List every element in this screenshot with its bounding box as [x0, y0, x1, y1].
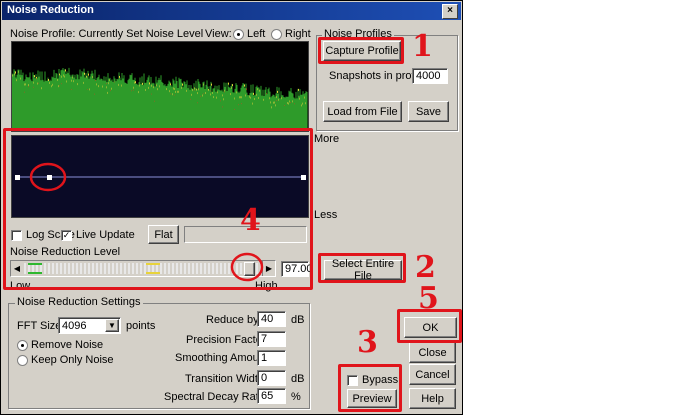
annotation-box-capture — [318, 37, 404, 64]
spectrum-peak — [15, 71, 16, 74]
window-title: Noise Reduction — [7, 4, 94, 16]
noise-spectrum-display — [11, 41, 309, 132]
transition-width-unit: dB — [291, 373, 305, 385]
title-bar: Noise Reduction × — [2, 2, 461, 20]
annotation-circle-curve-point — [29, 162, 67, 192]
help-button[interactable]: Help — [409, 388, 456, 409]
precision-factor-label: Precision Factor — [186, 334, 266, 346]
spectrum-peak — [232, 84, 233, 87]
save-profile-button[interactable]: Save — [408, 101, 449, 122]
more-label: More — [314, 133, 340, 145]
settings-group-label: Noise Reduction Settings — [15, 296, 143, 308]
spectrum-peak-red — [246, 88, 247, 90]
smoothing-amount-input[interactable]: 1 — [257, 350, 286, 366]
spectrum-peak — [211, 83, 212, 86]
spectrum-peak — [244, 84, 245, 87]
spectrum-peak — [298, 88, 299, 91]
spectrum-peak — [84, 72, 85, 75]
reduce-by-unit: dB — [291, 314, 305, 326]
spectrum-peak — [135, 81, 136, 84]
chevron-down-icon[interactable]: ▼ — [105, 319, 119, 332]
close-button[interactable]: Close — [409, 342, 456, 363]
spectrum-graph — [11, 67, 308, 131]
spectrum-peak — [65, 69, 66, 72]
remove-noise-label: Remove Noise — [31, 339, 104, 351]
annotation-number-3: 3 — [357, 325, 378, 360]
load-from-file-button[interactable]: Load from File — [323, 101, 402, 122]
view-label: View: — [205, 28, 232, 40]
spectrum-peak — [182, 83, 183, 86]
spectral-decay-label: Spectral Decay Rate — [164, 391, 265, 403]
snapshots-input[interactable]: 4000 — [412, 68, 448, 84]
fft-units-label: points — [126, 320, 156, 332]
spectral-decay-input[interactable]: 65 — [257, 388, 286, 404]
spectrum-peak — [277, 90, 278, 93]
spectrum-peak — [253, 92, 254, 95]
view-right-label: Right — [285, 28, 311, 40]
reduce-by-label: Reduce by — [206, 314, 259, 326]
annotation-number-4: 4 — [240, 203, 261, 238]
spectrum-peak — [149, 82, 150, 85]
annotation-box-select-entire-file — [318, 253, 406, 283]
spectrum-peak — [34, 75, 35, 78]
annotation-box-bypass-preview — [338, 364, 402, 412]
fft-size-select[interactable]: 4096 ▼ — [58, 317, 121, 334]
remove-noise-radio[interactable] — [17, 340, 28, 351]
spectral-decay-unit: % — [291, 391, 301, 403]
fft-size-label: FFT Size — [17, 320, 62, 332]
view-left-label: Left — [247, 28, 266, 40]
view-right-radio[interactable] — [271, 29, 282, 40]
annotation-number-5: 5 — [418, 281, 439, 316]
close-window-button[interactable]: × — [442, 4, 458, 19]
annotation-circle-slider-thumb — [230, 252, 264, 282]
cancel-button[interactable]: Cancel — [409, 364, 456, 385]
spectrum-peak — [88, 73, 89, 76]
less-label: Less — [314, 209, 338, 221]
spectrum-peak — [48, 79, 49, 82]
view-left-radio[interactable] — [233, 29, 244, 40]
precision-factor-input[interactable]: 7 — [257, 331, 286, 347]
annotation-number-2: 2 — [415, 250, 436, 285]
spectrum-peak — [228, 82, 229, 85]
transition-width-input[interactable]: 0 — [257, 370, 286, 386]
fft-size-value: 4096 — [62, 319, 87, 332]
spectrum-peak — [142, 82, 143, 85]
noise-profile-label: Noise Profile: Currently Set Noise Level — [10, 28, 204, 40]
annotation-number-1: 1 — [412, 29, 433, 64]
transition-width-label: Transition Width — [185, 373, 265, 385]
smoothing-amount-label: Smoothing Amount — [175, 352, 268, 364]
keep-only-noise-label: Keep Only Noise — [31, 354, 114, 366]
reduce-by-input[interactable]: 40 — [257, 311, 286, 327]
keep-only-noise-radio[interactable] — [17, 355, 28, 366]
